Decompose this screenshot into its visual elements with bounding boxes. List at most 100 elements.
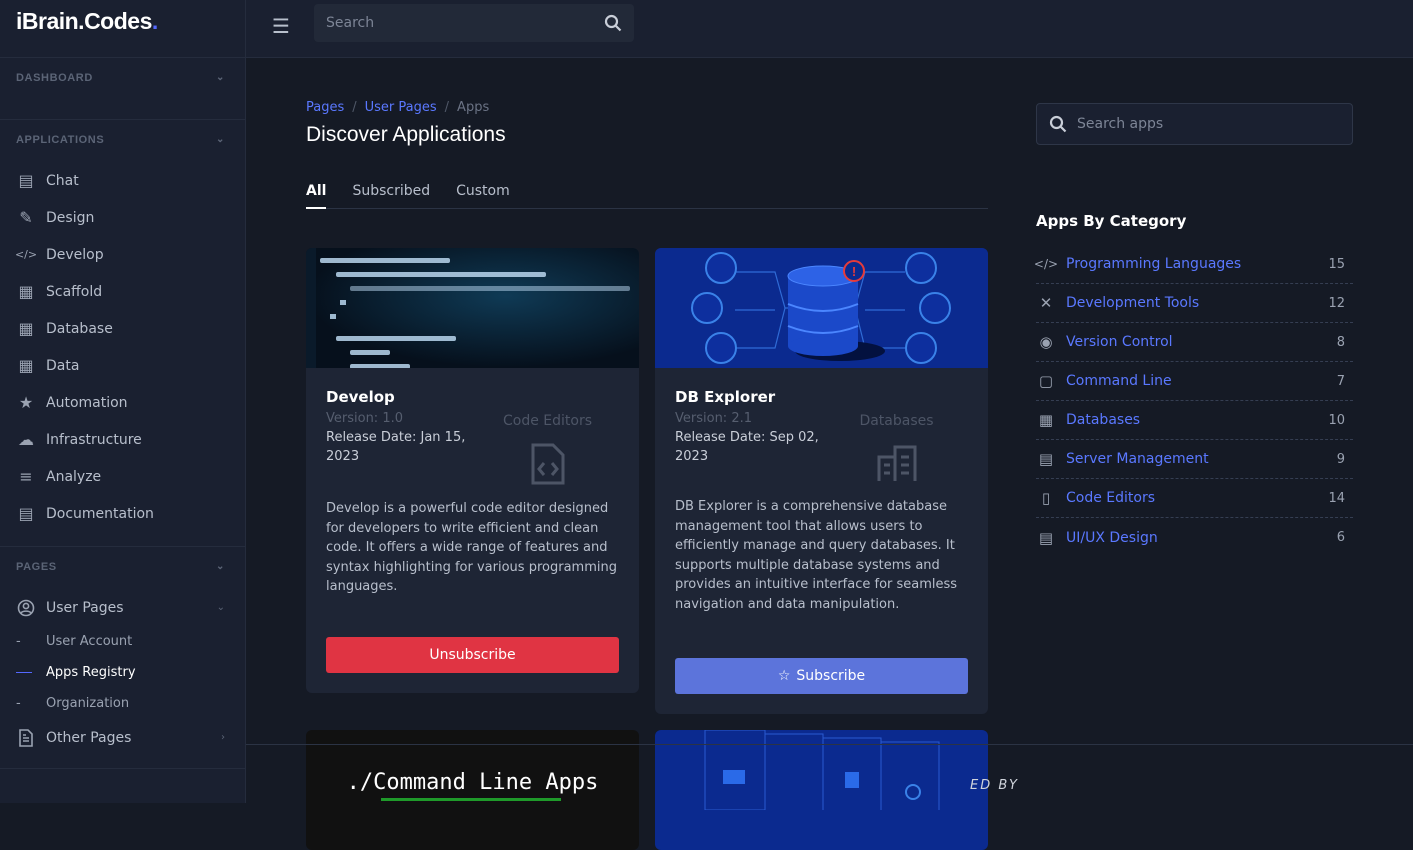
main-content: Pages / User Pages / Apps Discover Applicati… (306, 100, 988, 209)
sidebar-sub-user-account[interactable]: - User Account (0, 626, 245, 657)
sidebar-item-chat[interactable]: ▤ Chat (0, 162, 245, 199)
card-category: Code Editors (502, 413, 593, 429)
sidebar-item-documentation[interactable]: ▤ Documentation (0, 495, 245, 532)
search-input[interactable]: Search (314, 4, 634, 42)
tools-icon: ✕ (1039, 294, 1053, 312)
sliders-icon: ≡ (19, 467, 33, 486)
tabs: All Subscribed Custom (306, 183, 988, 209)
file-icon (16, 728, 36, 748)
logo[interactable]: iBrain.Codes. (0, 0, 245, 58)
category-count: 7 (1336, 373, 1345, 389)
category-item[interactable]: ▢ Command Line 7 (1036, 362, 1353, 401)
chevron-right-icon: › (221, 732, 225, 743)
sidebar-sub-organization[interactable]: - Organization (0, 688, 245, 719)
card-release-date: Release Date: Jan 15, 2023 (326, 430, 466, 464)
sidebar-item-data[interactable]: ▦ Data (0, 347, 245, 384)
user-circle-icon (16, 598, 36, 618)
category-item[interactable]: ▯ Code Editors 14 (1036, 479, 1353, 518)
section-header-dashboard[interactable]: DASHBOARD ⌄ (0, 70, 245, 100)
breadcrumb-user-pages[interactable]: User Pages (365, 100, 437, 115)
terminal-icon: ▢ (1038, 372, 1054, 390)
sidebar-item-user-pages[interactable]: User Pages ⌄ (0, 589, 245, 626)
category-link[interactable]: Version Control (1066, 334, 1337, 350)
breadcrumb-pages[interactable]: Pages (306, 100, 344, 115)
database-image: ! (655, 248, 988, 368)
tab-custom[interactable]: Custom (456, 183, 510, 208)
category-item[interactable]: ▤ Server Management 9 (1036, 440, 1353, 479)
app-card-command-line: ./Command Line Apps (306, 730, 639, 850)
category-link[interactable]: Command Line (1066, 373, 1337, 389)
server-icon: ▤ (1038, 450, 1054, 468)
cloud-icon: ☁ (18, 430, 34, 449)
chevron-down-icon: ⌄ (216, 134, 225, 145)
section-header-pages[interactable]: PAGES ⌄ (0, 559, 245, 589)
category-link[interactable]: Programming Languages (1066, 256, 1328, 272)
category-item[interactable]: ▦ Databases 10 (1036, 401, 1353, 440)
tab-subscribed[interactable]: Subscribed (352, 183, 430, 208)
category-link[interactable]: Databases (1066, 412, 1328, 428)
card-title: DB Explorer (675, 388, 776, 406)
github-icon: ◉ (1039, 333, 1053, 351)
search-apps-input[interactable]: Search apps (1036, 103, 1353, 145)
footer-divider (246, 744, 1413, 745)
app-card-notifications (655, 730, 988, 850)
card-version: Version: 2.1 (675, 411, 752, 426)
sidebar-item-develop[interactable]: </> Develop (0, 236, 245, 273)
document-icon: ▤ (18, 504, 34, 523)
category-link[interactable]: UI/UX Design (1066, 530, 1337, 546)
search-icon[interactable] (604, 14, 622, 32)
category-count: 6 (1336, 530, 1345, 545)
search-icon (1049, 115, 1067, 133)
category-item[interactable]: ◉ Version Control 8 (1036, 323, 1353, 362)
chevron-down-icon: ⌄ (216, 561, 225, 572)
category-link[interactable]: Development Tools (1066, 295, 1328, 311)
sidebar-item-scaffold[interactable]: ▦ Scaffold (0, 273, 245, 310)
tab-all[interactable]: All (306, 183, 327, 209)
category-list-title: Apps By Category (1036, 212, 1187, 230)
sidebar: iBrain.Codes. DASHBOARD ⌄ APPLICATIONS ⌄ ▤… (0, 0, 246, 803)
section-header-applications[interactable]: APPLICATIONS ⌄ (0, 132, 245, 162)
menu-toggle-button[interactable]: ☰ (272, 14, 290, 38)
star-icon: ☆ (777, 668, 791, 684)
sidebar-item-automation[interactable]: ★ Automation (0, 384, 245, 421)
powered-by-text: ED BY (970, 778, 1019, 793)
chevron-down-icon: ⌄ (216, 72, 225, 83)
page-title: Discover Applications (306, 123, 506, 146)
section-applications: APPLICATIONS ⌄ ▤ Chat ✎ Design </> Develop ▦ Sca… (0, 120, 245, 547)
category-item[interactable]: ✕ Development Tools 12 (1036, 284, 1353, 323)
database-icon: ▦ (18, 319, 34, 338)
category-list: </> Programming Languages 15 ✕ Development T… (1034, 245, 1353, 557)
unsubscribe-button[interactable]: Unsubscribe (326, 637, 619, 673)
card-description: DB Explorer is a comprehensive database … (675, 499, 958, 612)
sidebar-item-infrastructure[interactable]: ☁ Infrastructure (0, 421, 245, 458)
breadcrumb: Pages / User Pages / Apps (306, 100, 490, 115)
design-icon: ✎ (19, 208, 33, 227)
category-link[interactable]: Server Management (1066, 451, 1337, 467)
category-count: 10 (1328, 412, 1345, 428)
data-icon: ▦ (18, 356, 34, 375)
code-file-icon (476, 443, 619, 485)
category-count: 14 (1328, 490, 1345, 506)
subscribe-button[interactable]: ☆ Subscribe (675, 658, 968, 694)
section-pages: PAGES ⌄ User Pages ⌄ - User Account Apps Re… (0, 547, 245, 769)
category-link[interactable]: Code Editors (1066, 490, 1328, 506)
card-description: Develop is a powerful code editor design… (326, 501, 617, 594)
card-version: Version: 1.0 (326, 411, 403, 426)
category-count: 9 (1336, 451, 1345, 467)
sidebar-sub-apps-registry[interactable]: Apps Registry (0, 657, 245, 688)
card-release-date: Release Date: Sep 02, 2023 (675, 430, 819, 464)
sidebar-item-database[interactable]: ▦ Database (0, 310, 245, 347)
sidebar-item-design[interactable]: ✎ Design (0, 199, 245, 236)
layout-icon: ▤ (1038, 528, 1054, 547)
chat-icon: ▤ (18, 171, 34, 190)
category-item[interactable]: ▤ UI/UX Design 6 (1036, 518, 1353, 557)
database-building-icon (825, 443, 968, 483)
sidebar-item-other-pages[interactable]: Other Pages › (0, 719, 245, 756)
breadcrumb-current: Apps (457, 100, 490, 115)
app-card-develop: Develop Version: 1.0 Release Date: Jan 15… (306, 248, 639, 693)
app-card-db-explorer: ! DB Explorer Version: 2.1 Release Date: … (655, 248, 988, 714)
sidebar-item-analyze[interactable]: ≡ Analyze (0, 458, 245, 495)
section-dashboard: DASHBOARD ⌄ (0, 58, 245, 120)
svg-text:!: ! (852, 264, 856, 279)
category-item[interactable]: </> Programming Languages 15 (1034, 245, 1353, 284)
